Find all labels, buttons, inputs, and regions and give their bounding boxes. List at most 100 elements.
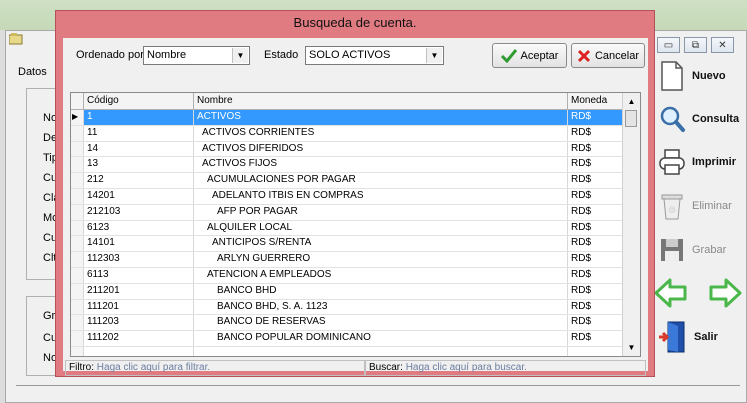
cell-codigo: 14101 xyxy=(84,236,194,252)
cell-nombre: ACTIVOS CORRIENTES xyxy=(194,125,568,141)
table-row[interactable]: 14 ACTIVOS DIFERIDOS RD$ xyxy=(71,141,623,158)
salir-label: Salir xyxy=(694,331,718,343)
restore-icon[interactable]: ⧉ xyxy=(684,37,707,53)
chevron-down-icon[interactable]: ▼ xyxy=(426,48,442,63)
consulta-button[interactable]: Consulta xyxy=(654,100,746,138)
cell-nombre: BANCO BHD, S. A. 1123 xyxy=(194,299,568,315)
cell-codigo: 14201 xyxy=(84,188,194,204)
cell-moneda: RD$ xyxy=(568,157,623,173)
field-label: Gr xyxy=(43,310,56,322)
trash-icon: ♲ xyxy=(661,194,683,220)
table-row[interactable]: 212 ACUMULACIONES POR PAGAR RD$ xyxy=(71,173,623,189)
salir-button[interactable]: Salir xyxy=(654,318,746,356)
nuevo-button[interactable]: Nuevo xyxy=(654,57,746,95)
row-indicator xyxy=(71,141,84,157)
cancel-x-icon xyxy=(577,49,591,62)
cell-codigo: 212 xyxy=(84,173,194,188)
cell-codigo: 111201 xyxy=(84,299,194,315)
nuevo-label: Nuevo xyxy=(692,70,726,82)
current-row-indicator-icon: ▶ xyxy=(71,110,84,125)
table-row[interactable]: 11 ACTIVOS CORRIENTES RD$ xyxy=(71,125,623,142)
filter-field[interactable]: Filtro: Haga clic aquí para filtrar. xyxy=(65,360,365,376)
aceptar-label: Aceptar xyxy=(520,49,559,62)
dialog-body: Ordenado por Nombre ▼ Estado SOLO ACTIVO… xyxy=(63,38,648,376)
cancelar-button[interactable]: Cancelar xyxy=(571,43,645,68)
column-header-nombre[interactable]: Nombre xyxy=(194,93,568,109)
svg-text:♲: ♲ xyxy=(668,206,676,216)
form-bottom-divider xyxy=(16,385,740,386)
chevron-down-icon[interactable]: ▼ xyxy=(232,48,248,63)
grid-header: Código Nombre Moneda xyxy=(71,93,623,110)
ordenado-por-value: Nombre xyxy=(147,49,187,61)
table-row[interactable]: 111202 BANCO POPULAR DOMINICANO RD$ xyxy=(71,331,623,347)
table-row[interactable]: ▶ 1 ACTIVOS RD$ xyxy=(71,110,623,126)
close-icon[interactable]: ✕ xyxy=(711,37,734,53)
cell-codigo: 111202 xyxy=(84,331,194,346)
grid-vertical-scrollbar[interactable]: ▲ ▼ xyxy=(622,93,640,356)
cell-moneda: RD$ xyxy=(568,236,623,252)
exit-door-icon xyxy=(659,321,685,353)
search-label: Buscar: xyxy=(369,362,403,373)
row-indicator xyxy=(71,299,84,315)
minimize-icon[interactable]: ▭ xyxy=(657,37,680,53)
arrow-left-icon[interactable] xyxy=(654,277,688,309)
scroll-down-icon[interactable]: ▼ xyxy=(624,340,639,355)
row-indicator xyxy=(71,252,84,267)
row-indicator xyxy=(71,236,84,252)
dialog-title: Busqueda de cuenta. xyxy=(293,15,417,30)
table-row[interactable] xyxy=(71,346,623,356)
eliminar-button[interactable]: ♲ Eliminar xyxy=(654,187,746,225)
row-indicator xyxy=(71,283,84,299)
table-row[interactable]: 212103 AFP POR PAGAR RD$ xyxy=(71,204,623,221)
cell-moneda: RD$ xyxy=(568,331,623,346)
row-indicator-header xyxy=(71,93,84,109)
scroll-up-icon[interactable]: ▲ xyxy=(624,94,639,109)
cell-nombre: ACTIVOS FIJOS xyxy=(194,157,568,173)
eliminar-label: Eliminar xyxy=(692,200,732,212)
imprimir-button[interactable]: Imprimir xyxy=(654,143,746,181)
table-row[interactable]: 14201 ADELANTO ITBIS EN COMPRAS RD$ xyxy=(71,188,623,205)
filter-label: Filtro: xyxy=(69,362,94,373)
cell-moneda: RD$ xyxy=(568,204,623,220)
column-header-codigo[interactable]: Código xyxy=(84,93,194,109)
aceptar-button[interactable]: Aceptar xyxy=(492,43,567,68)
app-icon xyxy=(9,33,23,45)
cell-codigo: 1 xyxy=(84,110,194,125)
cell-moneda: RD$ xyxy=(568,283,623,299)
busqueda-de-cuenta-dialog: Busqueda de cuenta. Ordenado por Nombre … xyxy=(55,10,655,377)
grabar-label: Grabar xyxy=(692,244,727,256)
table-row[interactable]: 6123 ALQUILER LOCAL RD$ xyxy=(71,220,623,237)
row-indicator xyxy=(71,346,84,356)
table-row[interactable]: 211201 BANCO BHD RD$ xyxy=(71,283,623,300)
table-row[interactable]: 13 ACTIVOS FIJOS RD$ xyxy=(71,157,623,174)
consulta-label: Consulta xyxy=(692,113,740,125)
cell-codigo xyxy=(84,346,194,356)
table-row[interactable]: 111201 BANCO BHD, S. A. 1123 RD$ xyxy=(71,299,623,316)
row-indicator xyxy=(71,267,84,283)
scroll-thumb[interactable] xyxy=(625,110,637,127)
table-row[interactable]: 6113 ATENCION A EMPLEADOS RD$ xyxy=(71,267,623,284)
search-hint: Haga clic aquí para buscar. xyxy=(405,362,527,373)
cell-moneda: RD$ xyxy=(568,188,623,204)
column-header-moneda[interactable]: Moneda xyxy=(568,93,623,109)
imprimir-label: Imprimir xyxy=(692,156,737,168)
document-icon xyxy=(661,61,683,91)
row-indicator xyxy=(71,125,84,141)
grabar-button[interactable]: Grabar xyxy=(654,231,746,269)
arrow-right-icon[interactable] xyxy=(708,277,742,309)
table-row[interactable]: 112303 ARLYN GUERRERO RD$ xyxy=(71,252,623,268)
table-row[interactable]: 111203 BANCO DE RESERVAS RD$ xyxy=(71,315,623,332)
cell-moneda: RD$ xyxy=(568,252,623,267)
cell-codigo: 6113 xyxy=(84,267,194,283)
cell-moneda xyxy=(568,346,623,356)
magnifier-icon xyxy=(660,106,685,132)
cell-codigo: 11 xyxy=(84,125,194,141)
search-field[interactable]: Buscar: Haga clic aquí para buscar. xyxy=(365,360,646,376)
cell-codigo: 211201 xyxy=(84,283,194,299)
ordenado-por-select[interactable]: Nombre ▼ xyxy=(143,46,250,65)
estado-select[interactable]: SOLO ACTIVOS ▼ xyxy=(305,46,444,65)
datos-section-label: Datos xyxy=(18,66,47,78)
cell-moneda: RD$ xyxy=(568,299,623,315)
filter-hint: Haga clic aquí para filtrar. xyxy=(96,362,211,373)
table-row[interactable]: 14101 ANTICIPOS S/RENTA RD$ xyxy=(71,236,623,253)
